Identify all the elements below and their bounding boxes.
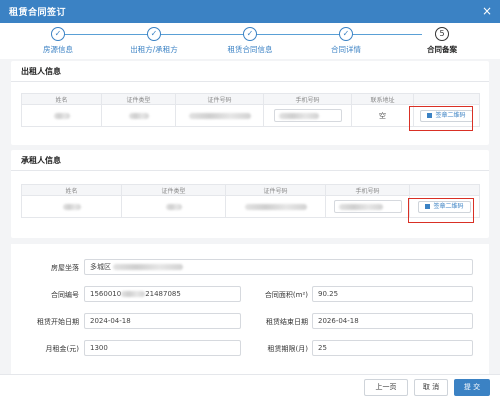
divider	[11, 170, 489, 171]
step-parties[interactable]: ✓ 出租方/承租方	[109, 27, 199, 55]
progress-steps: ✓ 房源信息 ✓ 出租方/承租方 ✓ 租赁合同信息 ✓ 合同详情 5 合同备案	[0, 23, 500, 59]
period-label: 租赁期限(月)	[267, 345, 308, 353]
lessor-name-cell	[21, 104, 102, 127]
col-phone: 手机号码	[325, 184, 410, 196]
redacted-text	[113, 264, 184, 270]
highlight-box	[408, 198, 474, 223]
redacted-text	[62, 203, 81, 210]
area-label: 合同面积(m²)	[264, 291, 308, 299]
lessor-id-type-cell	[101, 104, 176, 127]
dates-row: 租赁开始日期 2024-04-18 租赁结束日期 2026-04-18	[11, 313, 489, 329]
rent-label: 月租金(元)	[45, 345, 79, 353]
lessee-id-type-cell	[121, 195, 226, 218]
end-date-field[interactable]: 2026-04-18	[312, 313, 473, 329]
period-field[interactable]: 25	[312, 340, 473, 356]
redacted-text	[188, 112, 251, 119]
col-action	[409, 184, 480, 196]
contract-no-row: 合同编号 1560010 21487085 合同面积(m²) 90.25	[11, 286, 489, 302]
col-id-number: 证件号码	[175, 93, 264, 105]
col-name: 姓名	[21, 184, 122, 196]
redacted-text	[121, 291, 146, 297]
step-label: 房源信息	[43, 45, 73, 54]
step-label: 租赁合同信息	[227, 45, 273, 54]
step-listing-info[interactable]: ✓ 房源信息	[13, 27, 103, 55]
redacted-text	[278, 112, 319, 119]
lessee-name-cell	[21, 195, 122, 218]
address-field[interactable]: 多城区	[84, 259, 473, 275]
prev-page-button[interactable]: 上一页	[364, 379, 408, 396]
address-row: 房屋坐落 多城区	[11, 259, 489, 275]
dialog-titlebar: 租赁合同签订 ×	[0, 0, 500, 23]
redacted-text	[165, 203, 182, 210]
redacted-text	[244, 203, 307, 210]
col-action	[413, 93, 480, 105]
contract-form: 房屋坐落 多城区 合同编号 1560010 21487085 合同面积(m²) 9…	[11, 244, 489, 376]
col-id-type: 证件类型	[101, 93, 176, 105]
lessee-panel: 承租人信息 姓名 证件类型 证件号码 手机号码 签章二维码	[11, 150, 489, 238]
col-phone: 手机号码	[263, 93, 352, 105]
col-address: 联系地址	[351, 93, 414, 105]
highlight-box	[409, 106, 473, 131]
dialog-title: 租赁合同签订	[9, 8, 67, 18]
start-date-label: 租赁开始日期	[37, 318, 79, 326]
contract-no-field[interactable]: 1560010 21487085	[84, 286, 241, 302]
step-contract-detail[interactable]: ✓ 合同详情	[301, 27, 391, 55]
redacted-text	[53, 112, 70, 119]
rent-field[interactable]: 1300	[84, 340, 241, 356]
step-contract-info[interactable]: ✓ 租赁合同信息	[205, 27, 295, 55]
lessee-id-number-cell	[225, 195, 326, 218]
cancel-button[interactable]: 取 消	[414, 379, 448, 396]
end-date-label: 租赁结束日期	[266, 318, 308, 326]
step-number-icon: 5	[435, 27, 449, 41]
dialog-footer: 上一页 取 消 提 交	[0, 374, 500, 402]
lessee-phone-cell	[325, 195, 410, 218]
check-icon: ✓	[243, 27, 257, 41]
lessor-address-cell: 空	[351, 104, 414, 127]
table-header-row: 姓名 证件类型 证件号码 手机号码	[21, 184, 480, 196]
lessor-phone-cell	[263, 104, 352, 127]
address-label: 房屋坐落	[51, 264, 79, 272]
step-contract-filing[interactable]: 5 合同备案	[397, 27, 487, 55]
lessor-panel: 出租人信息 姓名 证件类型 证件号码 手机号码 联系地址 空 签章二维码	[11, 61, 489, 145]
area-field[interactable]: 90.25	[312, 286, 473, 302]
contract-dialog: 租赁合同签订 × ✓ 房源信息 ✓ 出租方/承租方 ✓ 租赁合同信息 ✓ 合同详…	[0, 0, 500, 402]
col-id-type: 证件类型	[121, 184, 226, 196]
close-icon[interactable]: ×	[482, 3, 492, 19]
lessor-id-number-cell	[175, 104, 264, 127]
redacted-text	[128, 112, 149, 119]
lessor-panel-title: 出租人信息	[21, 67, 61, 76]
col-id-number: 证件号码	[225, 184, 326, 196]
check-icon: ✓	[51, 27, 65, 41]
step-label: 出租方/承租方	[130, 45, 178, 54]
divider	[11, 81, 489, 82]
contract-no-prefix: 1560010	[90, 290, 122, 298]
lessee-panel-title: 承租人信息	[21, 156, 61, 165]
phone-input[interactable]	[273, 109, 342, 122]
address-value: 多城区	[90, 263, 111, 271]
rent-row: 月租金(元) 1300 租赁期限(月) 25	[11, 340, 489, 356]
step-label: 合同备案	[427, 45, 457, 54]
submit-button[interactable]: 提 交	[454, 379, 490, 396]
redacted-text	[338, 203, 383, 210]
start-date-field[interactable]: 2024-04-18	[84, 313, 241, 329]
col-name: 姓名	[21, 93, 102, 105]
check-icon: ✓	[339, 27, 353, 41]
contract-no-suffix: 21487085	[145, 290, 181, 298]
phone-input[interactable]	[333, 200, 402, 213]
step-label: 合同详情	[331, 45, 361, 54]
contract-no-label: 合同编号	[51, 291, 79, 299]
check-icon: ✓	[147, 27, 161, 41]
table-header-row: 姓名 证件类型 证件号码 手机号码 联系地址	[21, 93, 480, 105]
